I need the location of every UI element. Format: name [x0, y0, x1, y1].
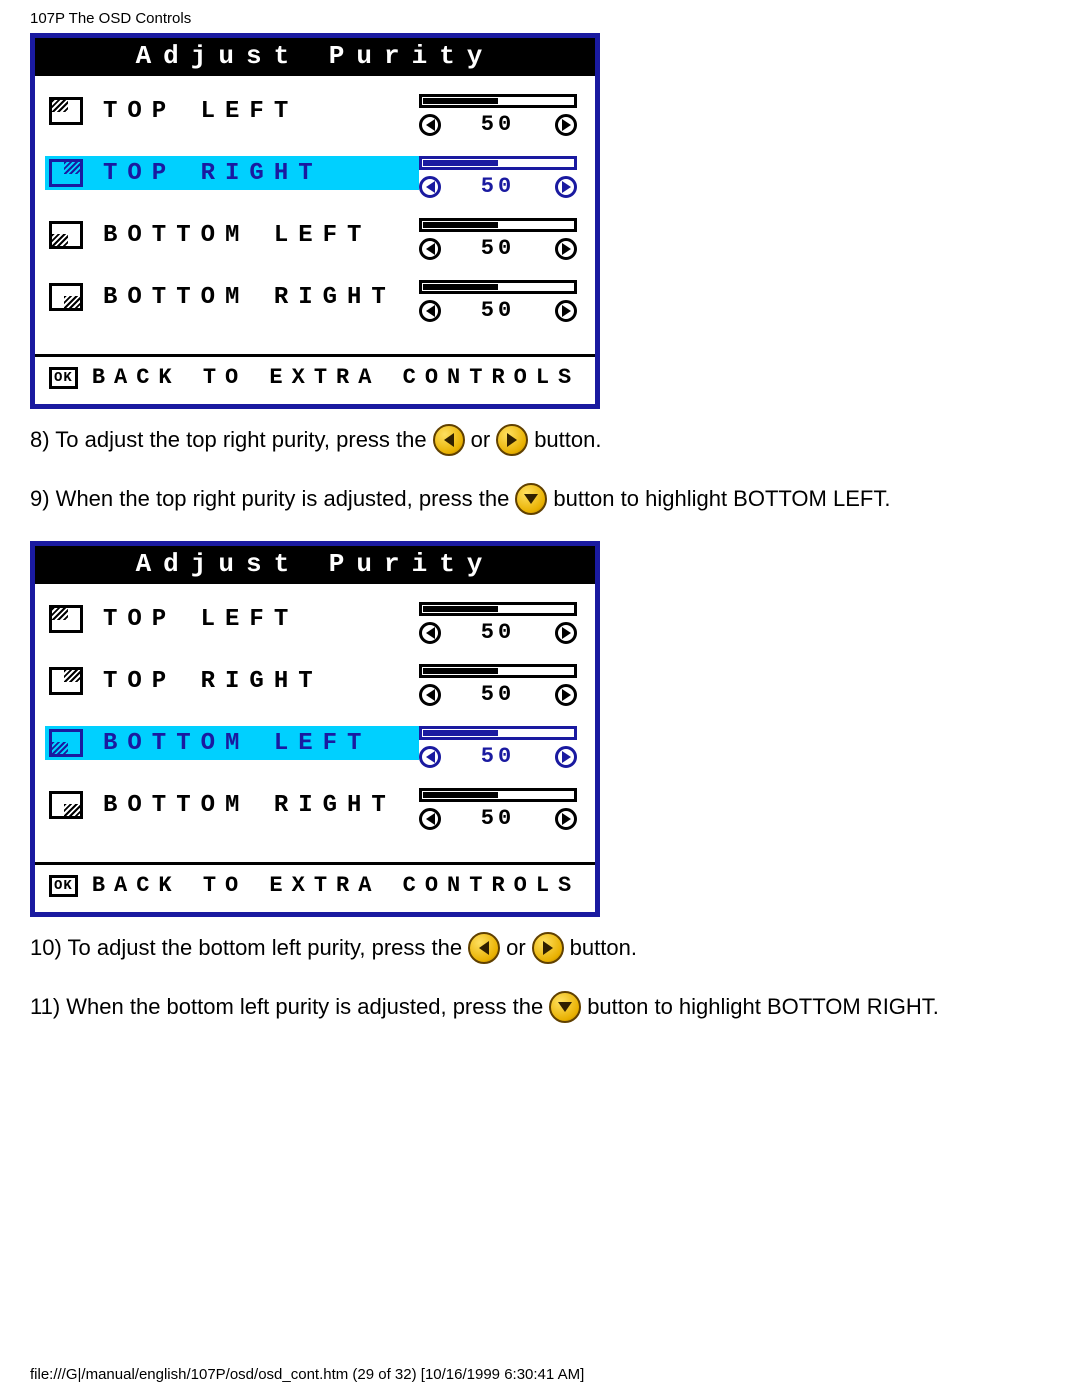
- decrease-button[interactable]: [419, 114, 441, 136]
- text: 9) When the top right purity is adjusted…: [30, 482, 509, 515]
- corner-top-left-icon: [49, 605, 83, 633]
- value-number: 50: [481, 298, 515, 323]
- value-number: 50: [481, 682, 515, 707]
- text: or: [471, 423, 491, 456]
- row-label: TOP RIGHT: [103, 160, 323, 187]
- row-label: TOP LEFT: [103, 98, 298, 125]
- osd-row-top-left[interactable]: TOP LEFT 50: [45, 602, 585, 664]
- increase-button[interactable]: [555, 114, 577, 136]
- increase-button[interactable]: [555, 808, 577, 830]
- divider: [35, 862, 595, 865]
- value-number: 50: [481, 174, 515, 199]
- decrease-button[interactable]: [419, 808, 441, 830]
- increase-button[interactable]: [555, 176, 577, 198]
- text: 10) To adjust the bottom left purity, pr…: [30, 931, 462, 964]
- value-bar: [419, 280, 577, 294]
- down-arrow-icon: [515, 483, 547, 515]
- value-number: 50: [481, 806, 515, 831]
- row-label: BOTTOM LEFT: [103, 730, 371, 757]
- osd-panel-1: Adjust Purity TOP LEFT 50: [30, 33, 600, 409]
- decrease-button[interactable]: [419, 746, 441, 768]
- value-number: 50: [481, 112, 515, 137]
- text: button.: [534, 423, 601, 456]
- increase-button[interactable]: [555, 622, 577, 644]
- osd-row-top-left[interactable]: TOP LEFT 50: [45, 94, 585, 156]
- text: 11) When the bottom left purity is adjus…: [30, 990, 543, 1023]
- text: or: [506, 931, 526, 964]
- corner-bottom-left-icon: [49, 221, 83, 249]
- osd-title: Adjust Purity: [35, 546, 595, 584]
- osd-row-top-right[interactable]: TOP RIGHT 50: [45, 156, 585, 218]
- value-bar: [419, 94, 577, 108]
- osd-row-bottom-left[interactable]: BOTTOM LEFT 50: [45, 218, 585, 280]
- down-arrow-icon: [549, 991, 581, 1023]
- corner-bottom-right-icon: [49, 791, 83, 819]
- osd-row-bottom-right[interactable]: BOTTOM RIGHT 50: [45, 788, 585, 850]
- left-arrow-icon: [468, 932, 500, 964]
- corner-bottom-left-icon: [49, 729, 83, 757]
- decrease-button[interactable]: [419, 238, 441, 260]
- instruction-10: 10) To adjust the bottom left purity, pr…: [30, 931, 1050, 964]
- right-arrow-icon: [532, 932, 564, 964]
- decrease-button[interactable]: [419, 622, 441, 644]
- page-header: 107P The OSD Controls: [30, 10, 1050, 27]
- value-number: 50: [481, 744, 515, 769]
- value-bar: [419, 156, 577, 170]
- decrease-button[interactable]: [419, 300, 441, 322]
- value-bar: [419, 726, 577, 740]
- text: 8) To adjust the top right purity, press…: [30, 423, 427, 456]
- row-label: BOTTOM RIGHT: [103, 792, 396, 819]
- increase-button[interactable]: [555, 746, 577, 768]
- corner-bottom-right-icon: [49, 283, 83, 311]
- osd-title: Adjust Purity: [35, 38, 595, 76]
- osd-panel-2: Adjust Purity TOP LEFT 50: [30, 541, 600, 917]
- value-bar: [419, 788, 577, 802]
- osd-row-bottom-right[interactable]: BOTTOM RIGHT 50: [45, 280, 585, 342]
- left-arrow-icon: [433, 424, 465, 456]
- footer-text: BACK TO EXTRA CONTROLS: [92, 365, 580, 390]
- ok-icon: OK: [49, 875, 78, 897]
- osd-footer[interactable]: OK BACK TO EXTRA CONTROLS: [45, 365, 585, 396]
- row-label: TOP LEFT: [103, 606, 298, 633]
- osd-row-bottom-left[interactable]: BOTTOM LEFT 50: [45, 726, 585, 788]
- row-label: BOTTOM LEFT: [103, 222, 371, 249]
- value-number: 50: [481, 236, 515, 261]
- ok-icon: OK: [49, 367, 78, 389]
- corner-top-left-icon: [49, 97, 83, 125]
- decrease-button[interactable]: [419, 176, 441, 198]
- increase-button[interactable]: [555, 684, 577, 706]
- footer-text: BACK TO EXTRA CONTROLS: [92, 873, 580, 898]
- instruction-11: 11) When the bottom left purity is adjus…: [30, 990, 1050, 1023]
- instruction-9: 9) When the top right purity is adjusted…: [30, 482, 1050, 515]
- increase-button[interactable]: [555, 300, 577, 322]
- osd-footer[interactable]: OK BACK TO EXTRA CONTROLS: [45, 873, 585, 904]
- text: button to highlight BOTTOM LEFT.: [553, 482, 890, 515]
- value-bar: [419, 218, 577, 232]
- corner-top-right-icon: [49, 159, 83, 187]
- text: button.: [570, 931, 637, 964]
- instruction-8: 8) To adjust the top right purity, press…: [30, 423, 1050, 456]
- value-number: 50: [481, 620, 515, 645]
- divider: [35, 354, 595, 357]
- page-footer: file:///G|/manual/english/107P/osd/osd_c…: [30, 1366, 584, 1383]
- value-bar: [419, 602, 577, 616]
- text: button to highlight BOTTOM RIGHT.: [587, 990, 939, 1023]
- corner-top-right-icon: [49, 667, 83, 695]
- decrease-button[interactable]: [419, 684, 441, 706]
- value-bar: [419, 664, 577, 678]
- right-arrow-icon: [496, 424, 528, 456]
- osd-row-top-right[interactable]: TOP RIGHT 50: [45, 664, 585, 726]
- increase-button[interactable]: [555, 238, 577, 260]
- row-label: BOTTOM RIGHT: [103, 284, 396, 311]
- row-label: TOP RIGHT: [103, 668, 323, 695]
